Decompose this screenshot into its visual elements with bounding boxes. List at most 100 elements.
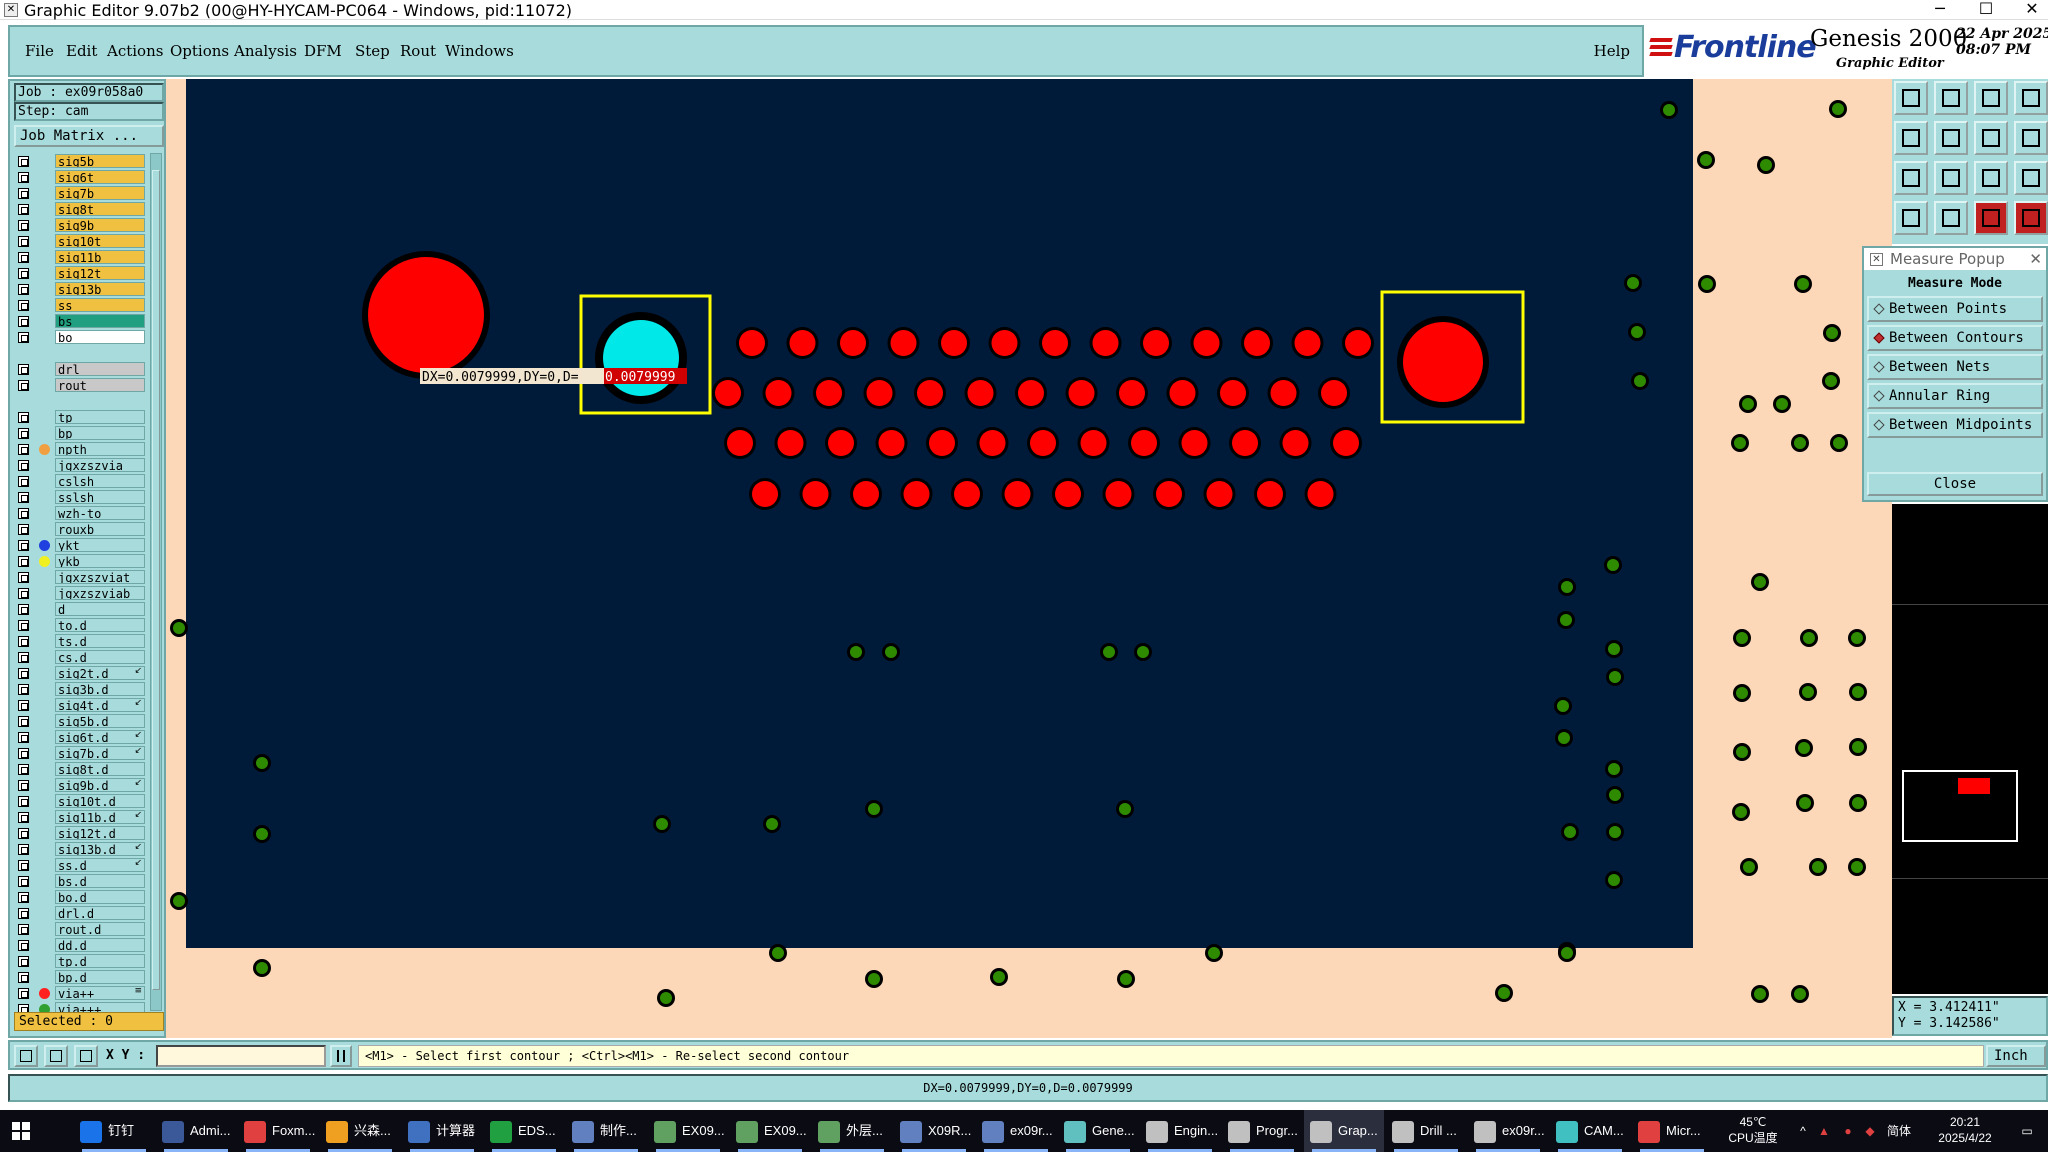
layer-checkbox[interactable] <box>18 780 29 791</box>
menu-file[interactable]: File <box>25 42 54 60</box>
scale-1-2-button[interactable] <box>1974 161 2008 195</box>
layer-row[interactable]: sig7b.d ↙ <box>14 745 146 761</box>
layer-checkbox[interactable] <box>18 924 29 935</box>
layer-checkbox[interactable] <box>18 908 29 919</box>
option-between-contours[interactable]: Between Contours <box>1867 325 2043 351</box>
layer-name[interactable]: sig6t <box>55 170 145 184</box>
layer-checkbox[interactable] <box>18 428 29 439</box>
windows-start-icon[interactable] <box>12 1122 30 1140</box>
layer-name[interactable]: bp.d <box>55 970 145 984</box>
layer-row[interactable]: drl.d <box>14 905 146 921</box>
measure-tool-button-2[interactable] <box>2014 201 2048 235</box>
layer-name[interactable]: jgxzszviat <box>55 570 145 584</box>
layer-checkbox[interactable] <box>18 876 29 887</box>
layer-row[interactable]: npth <box>14 441 146 457</box>
layer-checkbox[interactable] <box>18 252 29 263</box>
layer-checkbox[interactable] <box>18 892 29 903</box>
layer-checkbox[interactable] <box>18 604 29 615</box>
layer-name[interactable]: sig12t <box>55 266 145 280</box>
layer-checkbox[interactable] <box>18 364 29 375</box>
layer-name[interactable]: d <box>55 602 145 616</box>
layer-row[interactable]: ss <box>14 297 146 313</box>
layer-row[interactable]: jgxzszviat <box>14 569 146 585</box>
layer-checkbox[interactable] <box>18 940 29 951</box>
layer-name[interactable]: sig11b <box>55 250 145 264</box>
layer-row[interactable]: sig12t.d <box>14 825 146 841</box>
tool-button-5[interactable] <box>1894 121 1928 155</box>
menu-dfm[interactable]: DFM <box>304 42 342 60</box>
layer-name[interactable]: rout.d <box>55 922 145 936</box>
layer-name[interactable]: ykt <box>55 538 145 552</box>
layer-name[interactable]: npth <box>55 442 145 456</box>
layer-name[interactable]: ykb <box>55 554 145 568</box>
layer-checkbox[interactable] <box>18 380 29 391</box>
layer-row[interactable]: sig5b <box>14 153 146 169</box>
layer-row[interactable]: sig13b.d ↙ <box>14 841 146 857</box>
overview-panel[interactable] <box>1892 504 2048 994</box>
layer-name[interactable]: ss.d <box>55 858 145 872</box>
taskbar-item[interactable]: Engin... <box>1140 1110 1220 1152</box>
layer-row[interactable]: sig6t <box>14 169 146 185</box>
menu-rout[interactable]: Rout <box>400 42 436 60</box>
layer-checkbox[interactable] <box>18 620 29 631</box>
popup-close-icon[interactable]: ✕ <box>2029 248 2042 270</box>
layer-checkbox[interactable] <box>18 700 29 711</box>
tool-button-2[interactable] <box>1934 81 1968 115</box>
layer-row[interactable]: bo.d <box>14 889 146 905</box>
layer-checkbox[interactable] <box>18 236 29 247</box>
option-between-points[interactable]: Between Points <box>1867 296 2043 322</box>
layer-checkbox[interactable] <box>18 636 29 647</box>
layer-name[interactable]: sig13b <box>55 282 145 296</box>
layer-checkbox[interactable] <box>18 476 29 487</box>
menu-actions[interactable]: Actions <box>107 42 163 60</box>
tool-button-7[interactable] <box>1974 121 2008 155</box>
layer-name[interactable]: ss <box>55 298 145 312</box>
layer-name[interactable]: sig12t.d <box>55 826 145 840</box>
layer-row[interactable]: sig11b.d ↙ <box>14 809 146 825</box>
layer-row[interactable]: bp.d <box>14 969 146 985</box>
snap-icon[interactable] <box>14 1045 38 1067</box>
menu-analysis[interactable]: Analysis <box>234 42 297 60</box>
taskbar-item[interactable]: Grap... <box>1304 1110 1384 1152</box>
option-between-midpoints[interactable]: Between Midpoints <box>1867 412 2043 438</box>
taskbar-item[interactable]: ex09r... <box>1468 1110 1548 1152</box>
layer-row[interactable]: sig13b <box>14 281 146 297</box>
layer-checkbox[interactable] <box>18 812 29 823</box>
layer-name[interactable]: jgxzszviab <box>55 586 145 600</box>
layer-checkbox[interactable] <box>18 268 29 279</box>
layer-name[interactable]: bp <box>55 426 145 440</box>
layer-row[interactable]: wzh-to <box>14 505 146 521</box>
layer-name[interactable]: sig7b <box>55 186 145 200</box>
layer-checkbox[interactable] <box>18 588 29 599</box>
layer-row[interactable]: ykt <box>14 537 146 553</box>
layer-name[interactable]: bs.d <box>55 874 145 888</box>
layer-name[interactable]: to.d <box>55 618 145 632</box>
layer-checkbox[interactable] <box>18 156 29 167</box>
tray-expand-icon[interactable]: ^ <box>1796 1123 1810 1139</box>
layer-checkbox[interactable] <box>18 460 29 471</box>
taskbar-item[interactable]: EDS... <box>484 1110 564 1152</box>
menu-windows[interactable]: Windows <box>445 42 514 60</box>
layer-name[interactable]: ts.d <box>55 634 145 648</box>
layer-row[interactable]: sig12t <box>14 265 146 281</box>
layer-name[interactable]: sig8t <box>55 202 145 216</box>
layer-row[interactable]: via++ ≡ <box>14 985 146 1001</box>
layer-checkbox[interactable] <box>18 748 29 759</box>
layer-name[interactable]: sig11b.d <box>55 810 145 824</box>
layer-name[interactable]: sig5b.d <box>55 714 145 728</box>
layer-checkbox[interactable] <box>18 668 29 679</box>
tray-app-icon-3[interactable]: ◆ <box>1862 1123 1878 1139</box>
layer-row[interactable]: ykb <box>14 553 146 569</box>
layer-row[interactable] <box>14 345 146 361</box>
layer-checkbox[interactable] <box>18 956 29 967</box>
layer-row[interactable]: rouxb <box>14 521 146 537</box>
tray-clock[interactable]: 20:21 2025/4/22 <box>1920 1114 2010 1146</box>
layer-row[interactable]: to.d <box>14 617 146 633</box>
layer-checkbox[interactable] <box>18 332 29 343</box>
menu-step[interactable]: Step <box>355 42 390 60</box>
layer-name[interactable]: bo <box>55 330 145 344</box>
taskbar-item[interactable]: Micr... <box>1632 1110 1712 1152</box>
layer-checkbox[interactable] <box>18 316 29 327</box>
layer-name[interactable]: dd.d <box>55 938 145 952</box>
layer-checkbox[interactable] <box>18 412 29 423</box>
